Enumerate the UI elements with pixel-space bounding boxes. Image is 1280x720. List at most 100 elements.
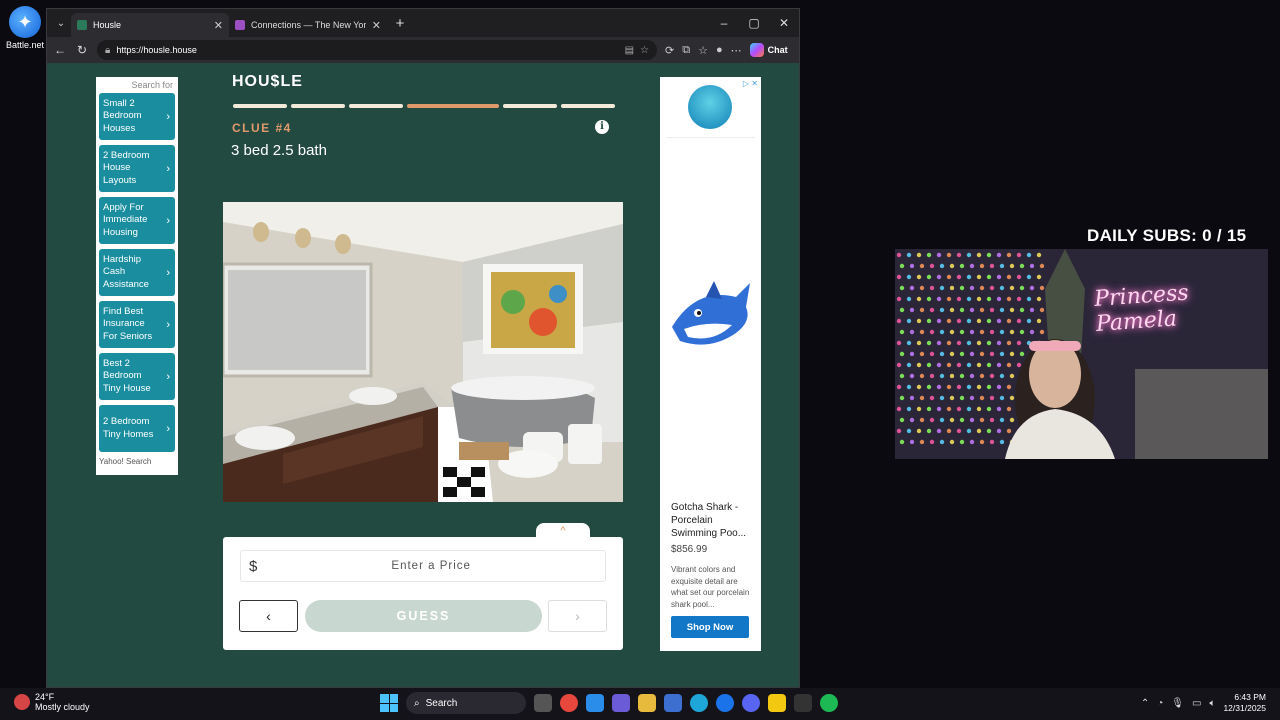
taskbar-apps: ⌕ Search xyxy=(380,692,838,714)
discord-icon[interactable] xyxy=(742,694,760,712)
tab-housle[interactable]: Housle ✕ xyxy=(71,13,229,37)
ad-link-apply-immediate-housing[interactable]: Apply For Immediate Housing › xyxy=(99,197,175,244)
copilot-chat-button[interactable]: Chat xyxy=(749,43,788,57)
chevron-right-icon: › xyxy=(166,214,170,227)
housle-page: Search for Small 2 Bedroom Houses › 2 Bed… xyxy=(47,63,799,687)
chrome-icon[interactable] xyxy=(560,694,578,712)
previous-clue-button[interactable]: ‹ xyxy=(239,600,298,632)
extensions-icon[interactable]: ⟳ xyxy=(665,44,674,57)
price-input[interactable] xyxy=(257,560,605,572)
search-icon: ⌕ xyxy=(414,697,420,709)
daily-subs-counter: DAILY SUBS: 0 / 15 xyxy=(1087,226,1246,246)
battlenet-icon: ✦ xyxy=(9,6,41,38)
chevron-right-icon: › xyxy=(166,318,170,331)
favorite-star-icon[interactable]: ☆ xyxy=(640,45,649,56)
guess-button[interactable]: GUESS xyxy=(305,600,542,632)
address-bar[interactable]: 🔒︎ https://housle.house ▤ ☆ xyxy=(97,40,657,60)
info-icon[interactable]: i xyxy=(595,120,609,134)
url-text: https://housle.house xyxy=(116,45,197,55)
maximize-icon[interactable]: ▢ xyxy=(739,16,769,30)
spotify-icon[interactable] xyxy=(820,694,838,712)
nyt-favicon xyxy=(235,20,245,30)
split-screen-icon[interactable]: ⧉ xyxy=(682,44,690,57)
chevron-right-icon: › xyxy=(166,370,170,383)
progress-segment xyxy=(291,104,346,108)
copilot-app-icon[interactable] xyxy=(586,694,604,712)
clock-time: 6:43 PM xyxy=(1234,692,1266,702)
chevron-right-icon: › xyxy=(166,422,170,435)
tab-title: Connections — The New York Times xyxy=(251,20,366,30)
next-clue-button[interactable]: › xyxy=(548,600,607,632)
ad-link-insurance-seniors[interactable]: Find Best Insurance For Seniors › xyxy=(99,301,175,348)
favorites-icon[interactable]: ☆ xyxy=(698,44,708,57)
shop-now-button[interactable]: Shop Now xyxy=(671,616,749,638)
adchoices-icon[interactable]: ▷ ✕ xyxy=(743,79,758,88)
ad-link-hardship-cash[interactable]: Hardship Cash Assistance › xyxy=(99,249,175,296)
ad-link-best-tiny-house[interactable]: Best 2 Bedroom Tiny House › xyxy=(99,353,175,400)
minimize-icon[interactable]: – xyxy=(709,16,739,30)
ad-link-tiny-homes[interactable]: 2 Bedroom Tiny Homes › xyxy=(99,405,175,452)
chevron-right-icon: › xyxy=(166,266,170,279)
edge-icon[interactable] xyxy=(690,694,708,712)
taskbar-clock[interactable]: 6:43 PM 12/31/2025 xyxy=(1223,692,1266,714)
battlenet-label: Battle.net xyxy=(5,40,45,50)
display-icon[interactable]: ▭ xyxy=(1192,698,1201,709)
browser-toolbar: ← ↻ 🔒︎ https://housle.house ▤ ☆ ⟳ ⧉ ☆ ● … xyxy=(47,37,799,63)
ad-link-label: Find Best Insurance For Seniors xyxy=(103,305,153,342)
weather-text: 24°F Mostly cloudy xyxy=(35,692,90,712)
ad-link-label: Hardship Cash Assistance xyxy=(103,253,149,290)
dollar-sign: $ xyxy=(249,557,258,575)
windows-taskbar: 24°F Mostly cloudy ⌕ Search ⌃ ◔ 🎙︎ ▭ 🔈︎ … xyxy=(0,688,1280,720)
chevron-up-icon[interactable]: ⌃ xyxy=(1141,698,1149,709)
ad-link-label: 2 Bedroom House Layouts xyxy=(103,149,150,186)
teams-icon[interactable] xyxy=(612,694,630,712)
ad-product-description: Vibrant colors and exquisite detail are … xyxy=(671,565,750,609)
ad-link-2-bedroom-house-layouts[interactable]: 2 Bedroom House Layouts › xyxy=(99,145,175,192)
battlenet-taskbar-icon[interactable] xyxy=(716,694,734,712)
clock-date: 12/31/2025 xyxy=(1223,703,1266,713)
tab-title: Housle xyxy=(93,20,122,30)
task-view-icon[interactable] xyxy=(534,694,552,712)
search-for-label: Search for xyxy=(131,80,173,90)
new-tab-button[interactable]: + xyxy=(387,15,413,32)
store-icon[interactable] xyxy=(664,694,682,712)
left-search-ad: Search for Small 2 Bedroom Houses › 2 Bed… xyxy=(96,77,178,475)
sticky-notes-icon[interactable] xyxy=(768,694,786,712)
ad-link-small-2-bedroom-houses[interactable]: Small 2 Bedroom Houses › xyxy=(99,93,175,140)
clue-text: 3 bed 2.5 bath xyxy=(231,142,327,159)
ad-product-price: $856.99 xyxy=(671,544,708,555)
price-input-field[interactable]: $ xyxy=(240,550,606,582)
house-photo-bathroom xyxy=(223,202,623,502)
close-tab-icon[interactable]: ✕ xyxy=(214,19,223,32)
back-icon[interactable]: ← xyxy=(53,43,67,57)
taskbar-search[interactable]: ⌕ Search xyxy=(406,692,526,714)
battlenet-desktop-icon[interactable]: ✦ Battle.net xyxy=(4,6,46,50)
progress-segment xyxy=(560,104,615,108)
reader-view-icon[interactable]: ▤ xyxy=(625,45,634,56)
weather-temp: 24°F xyxy=(35,692,55,702)
close-tab-icon[interactable]: ✕ xyxy=(372,19,381,32)
profile-icon[interactable]: ● xyxy=(716,44,723,56)
subs-label: DAILY SUBS: xyxy=(1087,226,1198,245)
weather-desc: Mostly cloudy xyxy=(35,702,90,712)
collapse-panel-toggle[interactable]: ^ xyxy=(536,523,590,539)
obs-icon[interactable] xyxy=(794,694,812,712)
network-icon[interactable]: ◔ xyxy=(1157,698,1163,709)
windows-start-icon[interactable] xyxy=(380,694,398,712)
ad-link-label: Best 2 Bedroom Tiny House xyxy=(103,357,151,394)
file-explorer-icon[interactable] xyxy=(638,694,656,712)
microphone-icon[interactable]: 🎙︎ xyxy=(1171,698,1184,709)
tab-actions-menu[interactable]: ⌄ xyxy=(51,18,71,29)
housle-logo[interactable]: HOU$LE xyxy=(232,73,303,91)
yahoo-search-footer[interactable]: Yahoo! Search xyxy=(99,457,175,466)
more-menu-icon[interactable]: ⋯ xyxy=(731,44,742,57)
right-product-ad[interactable]: ▷ ✕ Gotcha Shark - Porcelain Swimming Po… xyxy=(660,77,761,651)
volume-icon[interactable]: 🔈︎ xyxy=(1209,698,1215,709)
weather-widget[interactable]: 24°F Mostly cloudy xyxy=(14,692,90,712)
close-window-icon[interactable]: ✕ xyxy=(769,16,799,30)
ad-product-title[interactable]: Gotcha Shark - Porcelain Swimming Poo... xyxy=(671,501,755,540)
webcam-feed: Princess Pamela xyxy=(895,249,1268,459)
housle-favicon xyxy=(77,20,87,30)
tab-connections[interactable]: Connections — The New York Times ✕ xyxy=(229,13,387,37)
refresh-icon[interactable]: ↻ xyxy=(75,43,89,57)
